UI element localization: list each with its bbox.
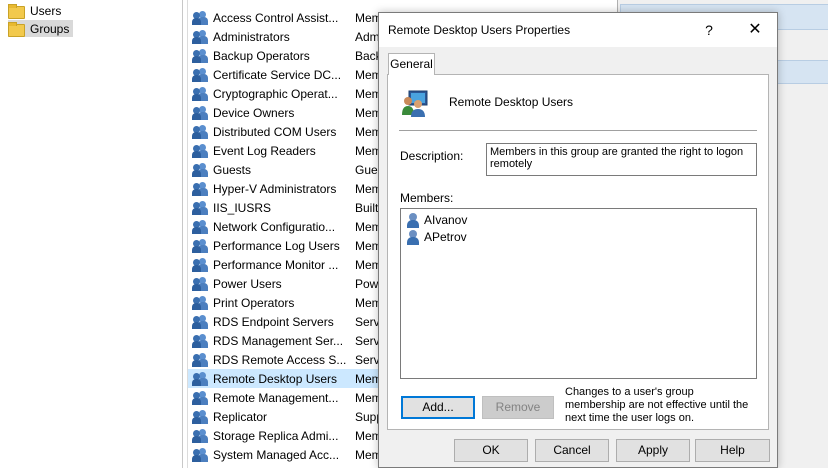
members-list[interactable]: AIvanov APetrov (400, 208, 757, 379)
ok-button[interactable]: OK (454, 439, 528, 462)
tree-pane: Users Groups (0, 0, 182, 468)
member-item[interactable]: AIvanov (406, 212, 467, 228)
pane-splitter[interactable] (182, 0, 183, 468)
group-icon (192, 162, 208, 178)
group-name: Performance Log Users (213, 238, 340, 253)
group-icon (192, 238, 208, 254)
group-name: Power Users (213, 276, 282, 291)
group-icon (192, 181, 208, 197)
group-name: RDS Management Ser... (213, 333, 344, 348)
cancel-button[interactable]: Cancel (535, 439, 609, 462)
group-icon (192, 295, 208, 311)
group-name: RDS Endpoint Servers (213, 314, 334, 329)
group-icon (192, 143, 208, 159)
group-name: Remote Desktop Users (213, 371, 338, 386)
group-icon (192, 257, 208, 273)
membership-note: Changes to a user's group membership are… (565, 386, 749, 424)
group-name: Storage Replica Admi... (213, 428, 339, 443)
tree-item-groups[interactable]: Groups (8, 20, 74, 37)
apply-button[interactable]: Apply (616, 439, 690, 462)
group-name: Print Operators (213, 295, 295, 310)
members-label: Members: (400, 191, 454, 205)
group-icon (399, 87, 431, 119)
group-icon (192, 333, 208, 349)
group-icon (192, 29, 208, 45)
group-icon (192, 314, 208, 330)
group-icon (192, 48, 208, 64)
group-icon (192, 124, 208, 140)
group-name: Access Control Assist... (213, 10, 339, 25)
group-icon (192, 428, 208, 444)
help-icon[interactable]: ? (697, 19, 721, 41)
group-name: Distributed COM Users (213, 124, 337, 139)
group-icon (192, 67, 208, 83)
member-name: APetrov (424, 230, 467, 244)
tree-item-label: Groups (30, 21, 70, 36)
group-name: Hyper-V Administrators (213, 181, 337, 196)
group-name: Event Log Readers (213, 143, 316, 158)
tree-item-label: Users (30, 3, 62, 18)
group-name: Backup Operators (213, 48, 310, 63)
group-icon (192, 276, 208, 292)
member-item[interactable]: APetrov (406, 229, 467, 245)
group-name: Cryptographic Operat... (213, 86, 338, 101)
dialog-title: Remote Desktop Users Properties (388, 23, 571, 37)
group-icon (192, 200, 208, 216)
tab-general[interactable]: General (388, 53, 435, 75)
group-name: Device Owners (213, 105, 295, 120)
group-icon (192, 371, 208, 387)
group-icon (192, 10, 208, 26)
group-name: Certificate Service DC... (213, 67, 342, 82)
group-icon (192, 86, 208, 102)
help-button[interactable]: Help (695, 439, 770, 462)
group-name: Replicator (213, 409, 268, 424)
member-name: AIvanov (424, 213, 468, 227)
group-icon (192, 352, 208, 368)
group-name: Remote Desktop Users (449, 95, 574, 109)
group-icon (192, 105, 208, 121)
group-icon (192, 219, 208, 235)
group-name: Guests (213, 162, 252, 177)
group-name: System Managed Acc... (213, 447, 340, 462)
folder-icon (8, 4, 25, 19)
tree-item-users[interactable]: Users (8, 2, 65, 19)
group-name: Network Configuratio... (213, 219, 336, 234)
description-label: Description: (400, 149, 464, 163)
user-icon (406, 212, 421, 228)
group-name: Remote Management... (213, 390, 339, 405)
group-name: Administrators (213, 29, 290, 44)
divider (399, 130, 757, 131)
group-name: Performance Monitor ... (213, 257, 339, 272)
description-field[interactable]: Members in this group are granted the ri… (486, 143, 757, 176)
close-icon[interactable]: ✕ (743, 19, 767, 41)
dialog-titlebar[interactable]: Remote Desktop Users Properties ? ✕ (379, 13, 777, 47)
add-button[interactable]: Add... (401, 396, 475, 419)
group-icon (192, 390, 208, 406)
group-icon (192, 409, 208, 425)
group-name: RDS Remote Access S... (213, 352, 347, 367)
group-icon (192, 447, 208, 463)
group-name: IIS_IUSRS (213, 200, 272, 215)
properties-dialog: Remote Desktop Users Properties ? ✕ Gene… (378, 12, 778, 468)
user-icon (406, 229, 421, 245)
remove-button[interactable]: Remove (482, 396, 554, 419)
folder-icon (8, 22, 25, 37)
